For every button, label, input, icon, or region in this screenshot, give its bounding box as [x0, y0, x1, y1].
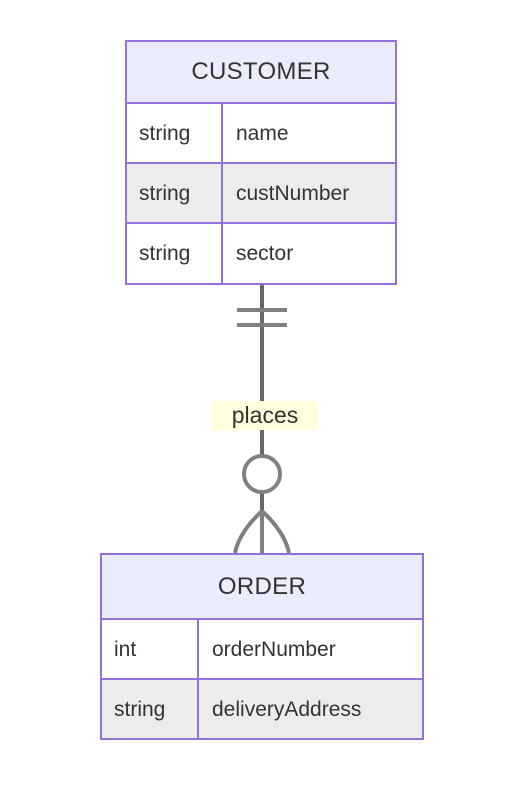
crowsfoot-right-prong — [260, 509, 291, 554]
attribute-name: deliveryAddress — [212, 697, 362, 721]
entity-order[interactable]: ORDER int orderNumber string deliveryAdd… — [100, 553, 424, 740]
cardinality-marker-exactly-one — [237, 308, 287, 327]
attribute-type: string — [127, 104, 223, 162]
cardinality-marker-zero-or-many — [233, 454, 291, 554]
attribute-name: sector — [236, 242, 294, 265]
relationship-label-places: places — [212, 401, 318, 431]
crowsfoot-left-prong — [233, 509, 264, 554]
attribute-name: orderNumber — [212, 637, 336, 661]
attribute-type: string — [102, 680, 199, 738]
entity-customer-attribute-row: string sector — [127, 224, 395, 283]
attribute-name: name — [236, 121, 289, 145]
zero-circle-marker — [242, 454, 282, 494]
entity-customer-attribute-row: string name — [127, 104, 395, 164]
attribute-name: custNumber — [236, 181, 350, 205]
entity-customer[interactable]: CUSTOMER string name string custNumber s… — [125, 40, 397, 285]
attribute-type: int — [102, 620, 199, 678]
entity-customer-title: CUSTOMER — [191, 58, 331, 85]
entity-order-attribute-row: int orderNumber — [102, 620, 422, 680]
entity-order-attribute-row: string deliveryAddress — [102, 680, 422, 738]
attribute-type: string — [127, 224, 223, 283]
entity-order-title: ORDER — [217, 572, 307, 600]
entity-order-header: ORDER — [102, 555, 422, 620]
attribute-type: string — [127, 164, 223, 222]
er-diagram-canvas: CUSTOMER string name string custNumber s… — [0, 0, 532, 792]
entity-customer-attribute-row: string custNumber — [127, 164, 395, 224]
entity-customer-header: CUSTOMER — [127, 42, 395, 104]
